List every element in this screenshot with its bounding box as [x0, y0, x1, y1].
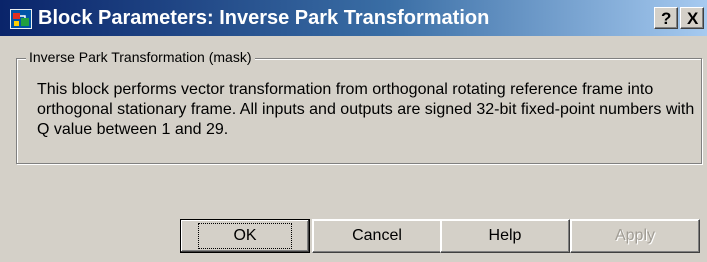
- help-button-label: Help: [488, 227, 522, 244]
- ok-button-label: OK: [233, 227, 257, 244]
- ok-button[interactable]: OK: [180, 219, 310, 253]
- simulink-block-icon: [10, 9, 32, 29]
- cancel-button[interactable]: Cancel: [312, 219, 442, 253]
- group-legend: Inverse Park Transformation (mask): [26, 48, 255, 66]
- help-button[interactable]: Help: [440, 219, 570, 253]
- title-bar[interactable]: Block Parameters: Inverse Park Transform…: [0, 0, 707, 36]
- apply-button-label: Apply: [614, 227, 656, 244]
- window-title: Block Parameters: Inverse Park Transform…: [38, 7, 490, 29]
- close-button[interactable]: X: [680, 7, 704, 29]
- block-description: This block performs vector transformatio…: [37, 81, 695, 138]
- cancel-button-label: Cancel: [352, 227, 402, 244]
- help-title-button[interactable]: ?: [654, 7, 678, 29]
- apply-button[interactable]: Apply: [570, 219, 700, 253]
